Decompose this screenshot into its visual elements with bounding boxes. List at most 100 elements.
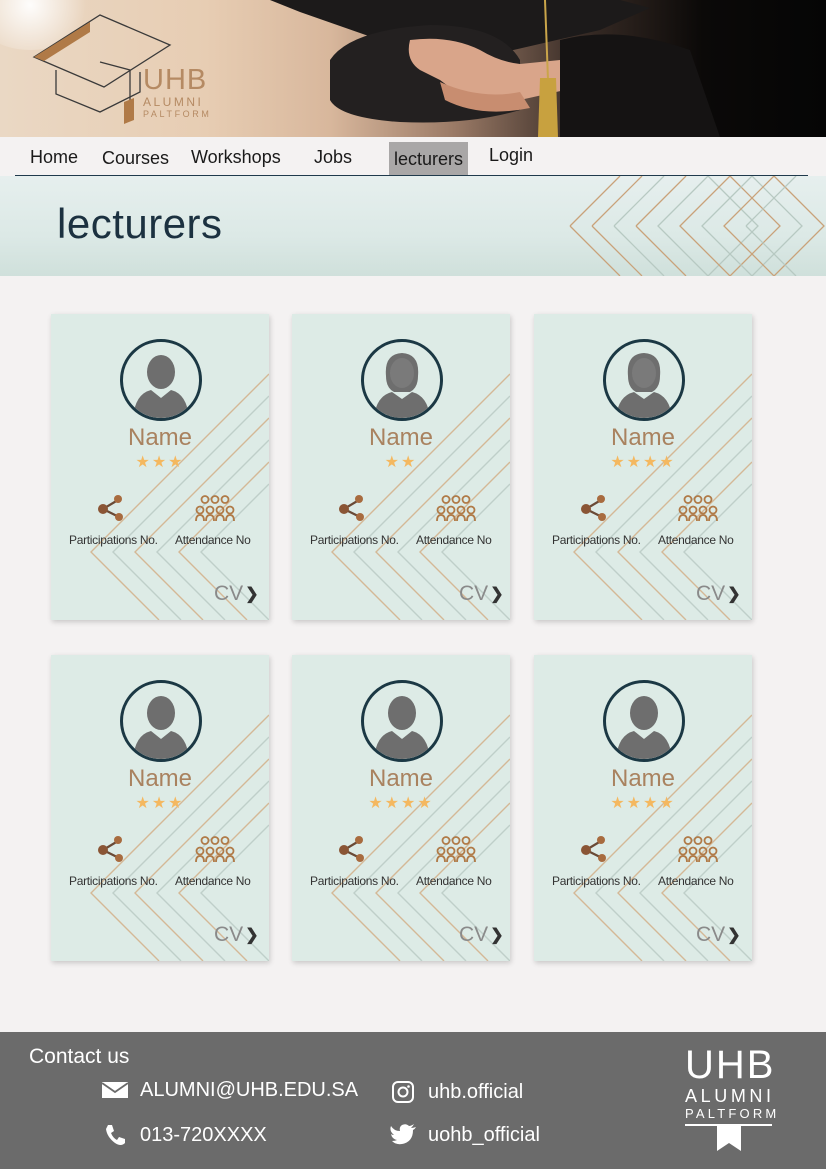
footer-brand-line-2: PALTFORM — [685, 1106, 780, 1121]
footer-twitter[interactable]: uohb_official — [388, 1123, 540, 1147]
avatar — [361, 339, 443, 421]
nav-courses[interactable]: Courses — [97, 144, 174, 176]
instagram-icon — [388, 1080, 418, 1104]
people-group-icon — [195, 836, 235, 867]
people-group-icon — [678, 836, 718, 867]
nav-workshops[interactable]: Workshops — [186, 143, 286, 175]
star-rating: ★★★ — [135, 795, 185, 812]
cv-label: CV — [214, 923, 244, 946]
footer-email[interactable]: ALUMNI@UHB.EDU.SA — [100, 1078, 358, 1102]
people-group-icon — [678, 495, 718, 526]
cv-label: CV — [459, 582, 489, 605]
cv-link[interactable]: CV ❯ — [696, 582, 741, 606]
attendance-label: Attendance No — [416, 533, 492, 547]
hero-banner: UHB ALUMNI PALTFORM — [0, 0, 826, 137]
people-group-icon — [436, 495, 476, 526]
cv-label: CV — [696, 582, 726, 605]
participations-label: Participations No. — [310, 874, 399, 888]
bookmark-icon — [685, 1124, 772, 1151]
lecturer-name: Name — [127, 765, 193, 792]
chevron-right-icon: ❯ — [245, 927, 259, 944]
twitter-icon — [388, 1123, 418, 1147]
share-icon — [579, 835, 609, 868]
share-icon — [579, 494, 609, 527]
lecturer-name: Name — [368, 424, 434, 451]
lecturer-name: Name — [610, 765, 676, 792]
footer: Contact us ALUMNI@UHB.EDU.SA 013-720XXXX… — [0, 1032, 826, 1169]
footer-instagram-text: uhb.official — [428, 1080, 524, 1103]
lecturer-card[interactable]: Name ★★★★ Participations No. Attendance No C… — [534, 314, 752, 620]
star-rating: ★★ — [384, 454, 418, 471]
main-nav: Home Courses Workshops Jobs lecturers Lo… — [0, 137, 826, 177]
lecturer-card[interactable]: Name ★★ Participations No. Attendance No CV ❯ — [292, 314, 510, 620]
nav-login[interactable]: Login — [484, 141, 538, 173]
attendance-label: Attendance No — [175, 533, 251, 547]
brand-line-2: PALTFORM — [143, 109, 212, 119]
footer-instagram[interactable]: uhb.official — [388, 1080, 523, 1104]
chevron-right-icon: ❯ — [490, 927, 504, 944]
attendance-label: Attendance No — [416, 874, 492, 888]
contact-title: Contact us — [29, 1045, 130, 1068]
cv-label: CV — [459, 923, 489, 946]
people-group-icon — [195, 495, 235, 526]
chevron-right-icon: ❯ — [245, 586, 259, 603]
chevron-right-icon: ❯ — [490, 586, 504, 603]
avatar — [361, 680, 443, 762]
star-rating: ★★★★ — [610, 454, 676, 471]
chevron-right-icon: ❯ — [727, 927, 741, 944]
diamond-pattern-decoration — [569, 176, 825, 276]
footer-email-text: ALUMNI@UHB.EDU.SA — [140, 1078, 359, 1101]
lecturer-name: Name — [368, 765, 434, 792]
cv-label: CV — [214, 582, 244, 605]
attendance-label: Attendance No — [658, 533, 734, 547]
footer-brand-line-1: ALUMNI — [685, 1086, 775, 1106]
attendance-label: Attendance No — [175, 874, 251, 888]
participations-label: Participations No. — [552, 533, 641, 547]
cv-link[interactable]: CV ❯ — [214, 923, 259, 947]
brand-name: UHB — [143, 64, 208, 96]
chevron-right-icon: ❯ — [727, 586, 741, 603]
share-icon — [96, 835, 126, 868]
participations-label: Participations No. — [69, 874, 158, 888]
participations-label: Participations No. — [69, 533, 158, 547]
lecturer-name: Name — [127, 424, 193, 451]
footer-phone[interactable]: 013-720XXXX — [100, 1123, 267, 1147]
avatar — [120, 680, 202, 762]
avatar — [603, 680, 685, 762]
share-icon — [96, 494, 126, 527]
lecturer-card[interactable]: Name ★★★ Participations No. Attendance No CV… — [51, 655, 269, 961]
nav-lecturers[interactable]: lecturers — [389, 142, 468, 175]
star-rating: ★★★★ — [368, 795, 434, 812]
lecturer-name: Name — [610, 424, 676, 451]
participations-label: Participations No. — [310, 533, 399, 547]
page-title-band: lecturers — [0, 176, 826, 276]
nav-home[interactable]: Home — [25, 143, 83, 175]
brand-logo-text: UHB ALUMNI PALTFORM — [143, 66, 211, 120]
footer-brand-name: UHB — [685, 1043, 776, 1087]
share-icon — [337, 494, 367, 527]
attendance-label: Attendance No — [658, 874, 734, 888]
lecturer-card[interactable]: Name ★★★★ Participations No. Attendance No C… — [534, 655, 752, 961]
lecturer-card[interactable]: Name ★★★★ Participations No. Attendance No C… — [292, 655, 510, 961]
star-rating: ★★★★ — [610, 795, 676, 812]
cv-label: CV — [696, 923, 726, 946]
phone-icon — [100, 1123, 130, 1147]
star-rating: ★★★ — [135, 454, 185, 471]
envelope-icon — [100, 1078, 130, 1102]
footer-twitter-text: uohb_official — [428, 1123, 540, 1146]
people-group-icon — [436, 836, 476, 867]
brand-line-1: ALUMNI — [143, 95, 204, 109]
page-title: lecturers — [57, 200, 223, 247]
share-icon — [337, 835, 367, 868]
cv-link[interactable]: CV ❯ — [459, 923, 504, 947]
avatar — [120, 339, 202, 421]
cv-link[interactable]: CV ❯ — [459, 582, 504, 606]
footer-phone-text: 013-720XXXX — [140, 1123, 267, 1146]
cv-link[interactable]: CV ❯ — [214, 582, 259, 606]
lecturer-card[interactable]: Name ★★★ Participations No. Attendance No CV… — [51, 314, 269, 620]
cv-link[interactable]: CV ❯ — [696, 923, 741, 947]
footer-logo: UHB ALUMNI PALTFORM — [685, 1043, 780, 1155]
nav-jobs[interactable]: Jobs — [309, 143, 357, 175]
avatar — [603, 339, 685, 421]
participations-label: Participations No. — [552, 874, 641, 888]
